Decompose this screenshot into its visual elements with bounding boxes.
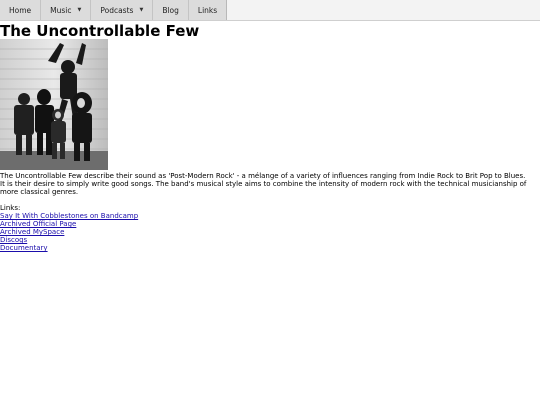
top-navigation-bar: Home Music ▼ Podcasts ▼ Blog Links	[0, 0, 540, 21]
nav-item-music[interactable]: Music ▼	[40, 0, 90, 20]
nav-item-blog[interactable]: Blog	[152, 0, 188, 20]
nav-item-blog-label: Blog	[162, 5, 179, 15]
links-heading: Links:	[0, 204, 21, 212]
nav-item-podcasts[interactable]: Podcasts ▼	[90, 0, 152, 20]
nav-menu: Home Music ▼ Podcasts ▼ Blog Links	[0, 0, 228, 20]
band-photo	[0, 39, 108, 170]
nav-item-music-label: Music	[50, 5, 72, 15]
band-description: The Uncontrollable Few describe their so…	[0, 172, 527, 196]
link-documentary[interactable]: Documentary	[0, 244, 48, 252]
nav-item-home[interactable]: Home	[0, 0, 40, 20]
links-list: Say It With Cobblestones on Bandcamp Arc…	[0, 212, 540, 252]
link-archived-official-page[interactable]: Archived Official Page	[0, 220, 76, 228]
link-discogs[interactable]: Discogs	[0, 236, 27, 244]
page-title: The Uncontrollable Few	[0, 22, 200, 40]
link-archived-myspace[interactable]: Archived MySpace	[0, 228, 64, 236]
nav-item-links[interactable]: Links	[187, 0, 226, 20]
chevron-down-icon: ▼	[77, 7, 82, 13]
link-bandcamp[interactable]: Say It With Cobblestones on Bandcamp	[0, 212, 138, 220]
nav-item-podcasts-label: Podcasts	[100, 5, 134, 15]
nav-item-home-label: Home	[9, 5, 32, 15]
nav-item-links-label: Links	[197, 5, 218, 15]
chevron-down-icon: ▼	[139, 7, 144, 13]
